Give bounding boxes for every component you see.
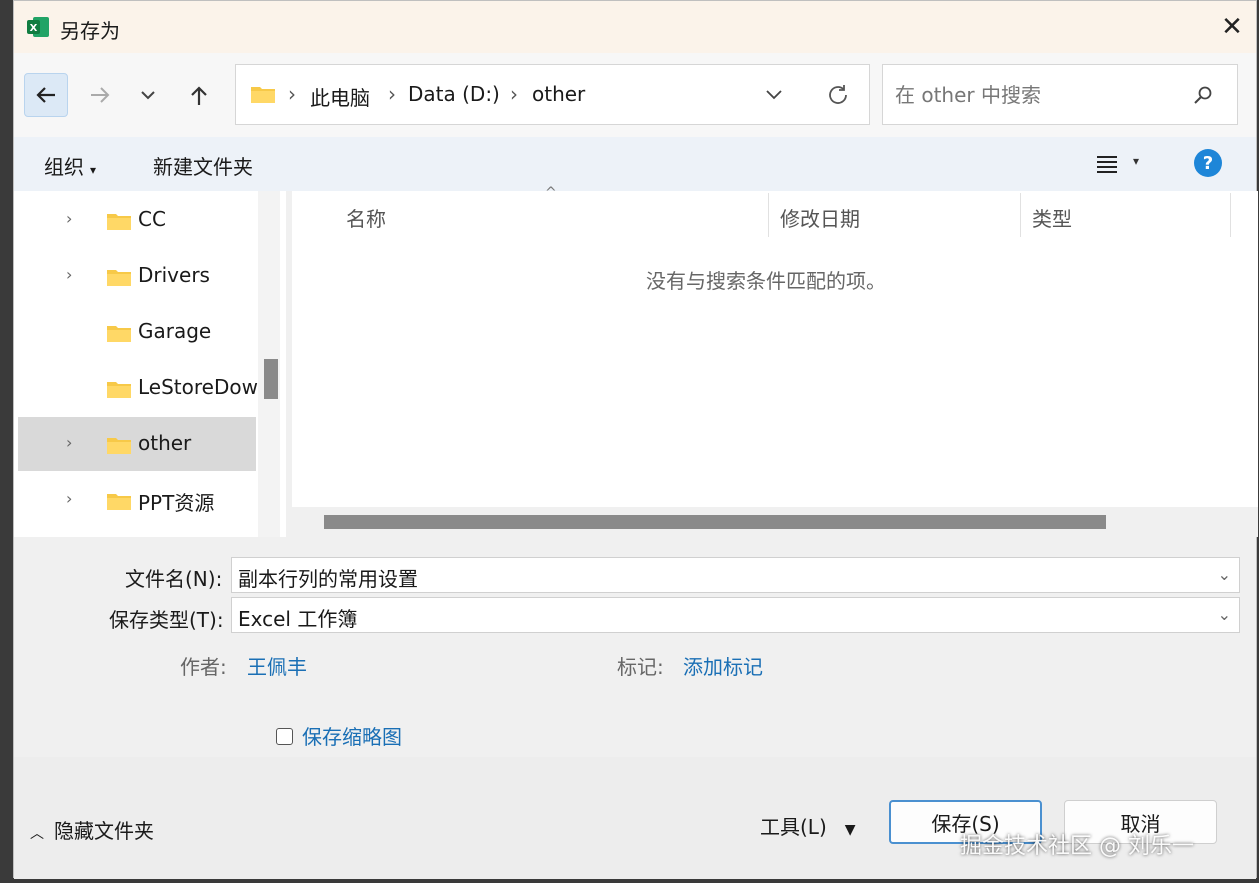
column-divider[interactable] (768, 193, 769, 237)
breadcrumb-data-drive[interactable]: Data (D:) (408, 82, 500, 106)
folder-icon (107, 270, 131, 286)
dialog-footer: ︿ 隐藏文件夹 工具(L) ▼ 保存(S) 取消 (14, 757, 1256, 879)
column-divider[interactable] (1230, 193, 1231, 237)
chevron-right-icon[interactable]: › (66, 433, 72, 452)
horizontal-scrollbar-thumb[interactable] (324, 515, 1106, 529)
breadcrumb-other[interactable]: other (532, 82, 585, 106)
sidebar-item-label: other (138, 431, 192, 455)
tags-label: 标记: (617, 655, 664, 679)
forward-button[interactable] (78, 73, 122, 117)
organize-button[interactable]: 组织 ▾ (44, 151, 96, 180)
filename-label: 文件名(N): (125, 567, 223, 591)
filetype-select[interactable]: Excel 工作簿 ⌄ (231, 597, 1240, 633)
caret-down-icon: ▼ (844, 822, 856, 838)
arrow-left-icon (36, 87, 55, 103)
author-label: 作者: (180, 655, 227, 679)
filetype-value: Excel 工作簿 (238, 607, 358, 631)
refresh-icon[interactable] (826, 83, 850, 107)
sort-ascending-icon: ^ (545, 185, 557, 201)
chevron-right-icon: › (288, 82, 296, 106)
chevron-up-icon: ︿ (30, 826, 44, 842)
watermark: 掘金技术社区 @ 刘乐一 (960, 834, 1194, 859)
chevron-right-icon[interactable]: › (66, 489, 72, 508)
sidebar-item-drivers[interactable]: › Drivers (18, 249, 256, 303)
chevron-right-icon: › (388, 82, 396, 106)
sidebar-item-label: PPT资源 (138, 491, 215, 515)
author-value[interactable]: 王佩丰 (247, 651, 307, 680)
sidebar-item-label: Garage (138, 319, 212, 343)
chevron-right-icon[interactable]: › (66, 209, 72, 228)
sidebar-item-label: LeStoreDow (138, 375, 258, 399)
sidebar-scrollbar-thumb[interactable] (264, 359, 278, 399)
filename-field[interactable]: 副本行列的常用设置 ⌄ (231, 557, 1240, 593)
chevron-down-icon[interactable] (765, 89, 783, 101)
save-as-dialog: X 另存为 ✕ › 此电脑 › Data (D:) › other 在 othe… (13, 0, 1258, 879)
filetype-label: 保存类型(T): (109, 608, 224, 632)
filename-value[interactable]: 副本行列的常用设置 (238, 563, 418, 592)
save-thumbnail-label[interactable]: 保存缩略图 (302, 721, 402, 750)
column-divider[interactable] (1020, 193, 1021, 237)
excel-icon: X (27, 17, 49, 37)
breadcrumb-this-pc[interactable]: 此电脑 (310, 82, 370, 111)
new-folder-button[interactable]: 新建文件夹 (153, 151, 253, 180)
folder-icon (107, 494, 131, 510)
save-options-form: 文件名(N): 副本行列的常用设置 ⌄ 保存类型(T): Excel 工作簿 ⌄… (14, 537, 1256, 757)
sidebar-item-label: Drivers (138, 263, 210, 287)
sidebar-item-ppt-resources[interactable]: › PPT资源 (18, 473, 256, 527)
close-button[interactable]: ✕ (1208, 1, 1256, 53)
folder-icon (107, 382, 131, 398)
sidebar-item-label: CC (138, 207, 166, 231)
sidebar-item-garage[interactable]: Garage (18, 305, 256, 359)
search-input[interactable] (893, 79, 1187, 111)
hide-folders-button[interactable]: ︿ 隐藏文件夹 (30, 815, 154, 844)
svg-text:X: X (30, 23, 38, 34)
view-list-icon[interactable] (1096, 155, 1118, 173)
folder-icon (107, 438, 131, 454)
organize-label: 组织 (44, 155, 84, 179)
tools-button[interactable]: 工具(L) ▼ (760, 811, 856, 840)
column-header-modified[interactable]: 修改日期 (780, 203, 860, 232)
arrow-right-icon (91, 87, 110, 103)
sidebar-item-other[interactable]: › other (18, 417, 256, 471)
hide-folders-label: 隐藏文件夹 (54, 819, 154, 843)
folder-icon (107, 214, 131, 230)
folder-icon (251, 87, 275, 103)
chevron-right-icon[interactable]: › (66, 265, 72, 284)
arrow-up-icon (191, 86, 207, 105)
search-box[interactable] (882, 64, 1238, 125)
back-button[interactable] (24, 73, 68, 117)
tools-label: 工具(L) (760, 815, 827, 839)
address-bar[interactable]: › 此电脑 › Data (D:) › other (235, 64, 870, 125)
chevron-down-icon[interactable]: ⌄ (1218, 565, 1231, 584)
help-button[interactable]: ? (1194, 149, 1222, 177)
add-tag-link[interactable]: 添加标记 (683, 651, 763, 680)
command-bar: 组织 ▾ 新建文件夹 ▾ ? (14, 137, 1256, 191)
navigation-bar: › 此电脑 › Data (D:) › other (14, 53, 1256, 137)
caret-down-icon: ▾ (90, 163, 97, 177)
up-button[interactable] (177, 73, 221, 117)
chevron-down-icon[interactable]: ⌄ (1218, 605, 1231, 624)
window-title: 另存为 (60, 19, 120, 43)
column-header-type[interactable]: 类型 (1032, 203, 1072, 232)
help-icon: ? (1202, 152, 1214, 174)
empty-message: 没有与搜索条件匹配的项。 (646, 269, 886, 293)
title-bar: X 另存为 ✕ (14, 1, 1256, 53)
navigation-pane: › CC › Drivers Garage LeStoreDow › other… (14, 191, 286, 537)
save-thumbnail-checkbox[interactable] (276, 728, 293, 745)
close-icon: ✕ (1221, 12, 1243, 42)
chevron-right-icon: › (510, 82, 518, 106)
view-options-caret-icon[interactable]: ▾ (1133, 154, 1139, 168)
sidebar-item-lestoredow[interactable]: LeStoreDow (18, 361, 258, 415)
file-list-pane: ^ 名称 修改日期 类型 没有与搜索条件匹配的项。 (292, 185, 1258, 537)
recent-locations-button[interactable] (126, 73, 170, 117)
folder-icon (107, 326, 131, 342)
column-header-name[interactable]: 名称 (346, 203, 386, 232)
chevron-down-icon (141, 91, 155, 100)
search-icon[interactable] (1193, 85, 1213, 105)
sidebar-item-cc[interactable]: › CC (18, 193, 256, 247)
